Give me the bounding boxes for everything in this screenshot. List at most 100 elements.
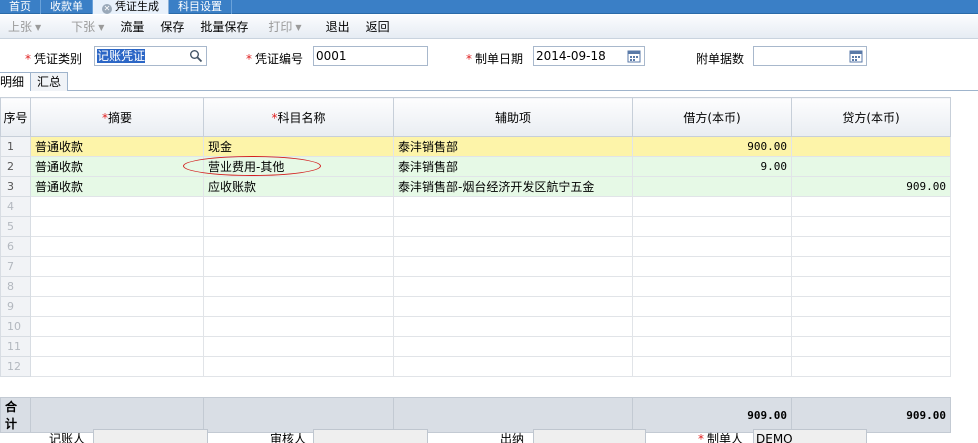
print-button[interactable]: 打印 ▼ xyxy=(260,18,309,35)
summary-cell[interactable] xyxy=(30,316,204,337)
credit-cell[interactable] xyxy=(791,236,951,257)
summary-cell[interactable] xyxy=(30,276,204,297)
debit-cell[interactable] xyxy=(632,356,792,377)
aux-cell[interactable] xyxy=(393,196,633,217)
tab-receipt[interactable]: 收款单 xyxy=(41,0,93,14)
table-row[interactable]: 3 普通收款 应收账款 泰沣销售部-烟台经济开发区航宁五金 909.00 xyxy=(0,176,951,197)
table-row[interactable]: 9 xyxy=(0,296,951,317)
header-subject[interactable]: *科目名称 xyxy=(203,97,394,137)
header-debit[interactable]: 借方(本币) xyxy=(632,97,792,137)
credit-cell[interactable]: 909.00 xyxy=(791,176,951,197)
debit-cell[interactable]: 900.00 xyxy=(632,136,792,157)
summary-cell[interactable] xyxy=(30,216,204,237)
table-row[interactable]: 12 xyxy=(0,356,951,377)
table-row[interactable]: 5 xyxy=(0,216,951,237)
debit-cell[interactable] xyxy=(632,176,792,197)
summary-cell[interactable] xyxy=(30,356,204,377)
batch-save-button[interactable]: 批量保存 xyxy=(192,18,256,35)
header-credit[interactable]: 贷方(本币) xyxy=(791,97,951,137)
aux-cell[interactable]: 泰沣销售部 xyxy=(393,156,633,177)
summary-cell[interactable] xyxy=(30,256,204,277)
tab-home[interactable]: 首页 xyxy=(0,0,41,14)
prev-button[interactable]: 上张 ▼ xyxy=(0,18,49,35)
tab-subject-settings[interactable]: 科目设置 xyxy=(169,0,232,14)
summary-cell[interactable]: 普通收款 xyxy=(30,156,204,177)
subject-cell[interactable] xyxy=(203,356,394,377)
table-row[interactable]: 1 普通收款 现金 泰沣销售部 900.00 xyxy=(0,136,951,157)
subject-cell[interactable]: 现金 xyxy=(203,136,394,157)
next-button[interactable]: 下张 ▼ xyxy=(63,18,112,35)
credit-cell[interactable] xyxy=(791,276,951,297)
debit-cell[interactable] xyxy=(632,296,792,317)
save-button[interactable]: 保存 xyxy=(152,18,192,35)
table-row[interactable]: 10 xyxy=(0,316,951,337)
tab-summary[interactable]: 汇总 xyxy=(30,72,69,91)
subject-cell[interactable] xyxy=(203,196,394,217)
back-button[interactable]: 返回 xyxy=(358,18,398,35)
credit-cell[interactable] xyxy=(791,356,951,377)
debit-cell[interactable] xyxy=(632,276,792,297)
credit-cell[interactable] xyxy=(791,196,951,217)
aux-cell[interactable]: 泰沣销售部 xyxy=(393,136,633,157)
date-field[interactable]: 2014-09-18 xyxy=(533,46,645,66)
maker-field[interactable]: DEMO xyxy=(753,429,867,443)
credit-cell[interactable] xyxy=(791,316,951,337)
table-row[interactable]: 8 xyxy=(0,276,951,297)
summary-cell[interactable]: 普通收款 xyxy=(30,136,204,157)
debit-cell[interactable] xyxy=(632,256,792,277)
voucher-no-field[interactable]: 0001 xyxy=(313,46,428,66)
table-row[interactable]: 7 xyxy=(0,256,951,277)
debit-cell[interactable] xyxy=(632,336,792,357)
debit-cell[interactable]: 9.00 xyxy=(632,156,792,177)
flow-button[interactable]: 流量 xyxy=(112,18,152,35)
credit-cell[interactable] xyxy=(791,156,951,177)
table-row[interactable]: 2 普通收款 营业费用-其他 泰沣销售部 9.00 xyxy=(0,156,951,177)
subject-cell[interactable]: 营业费用-其他 xyxy=(203,156,394,177)
table-row[interactable]: 4 xyxy=(0,196,951,217)
summary-cell[interactable] xyxy=(30,236,204,257)
bookkeeper-field[interactable] xyxy=(93,429,208,443)
aux-cell[interactable] xyxy=(393,316,633,337)
summary-cell[interactable] xyxy=(30,196,204,217)
debit-cell[interactable] xyxy=(632,216,792,237)
summary-cell[interactable] xyxy=(30,296,204,317)
subject-cell[interactable] xyxy=(203,236,394,257)
debit-cell[interactable] xyxy=(632,196,792,217)
table-row[interactable]: 11 xyxy=(0,336,951,357)
exit-button[interactable]: 退出 xyxy=(318,18,358,35)
auditor-field[interactable] xyxy=(313,429,428,443)
attachments-field[interactable] xyxy=(753,46,867,66)
aux-cell[interactable] xyxy=(393,236,633,257)
subject-cell[interactable] xyxy=(203,216,394,237)
calendar-icon[interactable] xyxy=(627,49,641,63)
summary-cell[interactable] xyxy=(30,336,204,357)
credit-cell[interactable] xyxy=(791,216,951,237)
voucher-type-field[interactable]: 记账凭证 xyxy=(94,46,207,66)
subject-cell[interactable] xyxy=(203,336,394,357)
aux-cell[interactable] xyxy=(393,256,633,277)
subject-cell[interactable] xyxy=(203,256,394,277)
credit-cell[interactable] xyxy=(791,256,951,277)
credit-cell[interactable] xyxy=(791,336,951,357)
aux-cell[interactable] xyxy=(393,336,633,357)
aux-cell[interactable] xyxy=(393,296,633,317)
tab-detail[interactable]: 明细 xyxy=(0,72,32,91)
search-icon[interactable] xyxy=(189,49,203,63)
calendar-icon[interactable] xyxy=(849,49,863,63)
subject-cell[interactable] xyxy=(203,296,394,317)
tab-voucher-generate[interactable]: ✕ 凭证生成 xyxy=(93,0,169,14)
debit-cell[interactable] xyxy=(632,236,792,257)
aux-cell[interactable] xyxy=(393,356,633,377)
subject-cell[interactable] xyxy=(203,316,394,337)
debit-cell[interactable] xyxy=(632,316,792,337)
header-summary[interactable]: *摘要 xyxy=(30,97,204,137)
aux-cell[interactable] xyxy=(393,276,633,297)
summary-cell[interactable]: 普通收款 xyxy=(30,176,204,197)
credit-cell[interactable] xyxy=(791,296,951,317)
header-aux[interactable]: 辅助项 xyxy=(393,97,633,137)
aux-cell[interactable] xyxy=(393,216,633,237)
subject-cell[interactable]: 应收账款 xyxy=(203,176,394,197)
close-icon[interactable]: ✕ xyxy=(102,4,112,14)
subject-cell[interactable] xyxy=(203,276,394,297)
credit-cell[interactable] xyxy=(791,136,951,157)
